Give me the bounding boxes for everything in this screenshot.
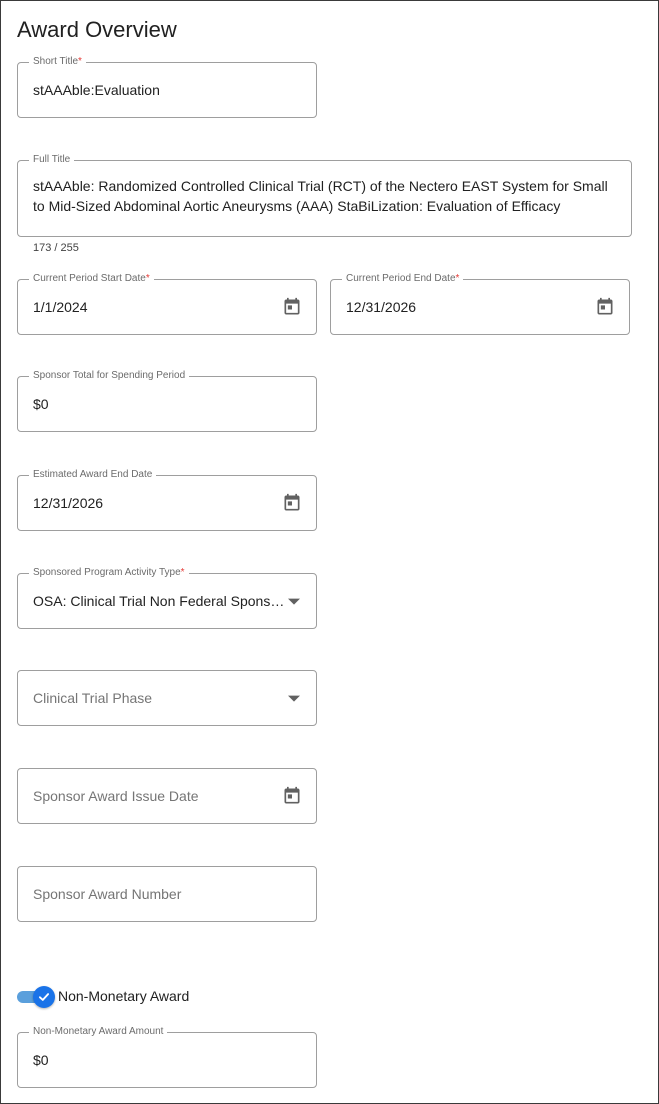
estimated-end-date-value: 12/31/2026 bbox=[33, 495, 104, 511]
dropdown-arrow-icon[interactable] bbox=[282, 589, 306, 613]
period-end-date-field[interactable]: Current Period End Date* 12/31/2026 bbox=[330, 272, 630, 335]
calendar-icon[interactable] bbox=[593, 295, 617, 319]
non-monetary-toggle-label: Non-Monetary Award bbox=[58, 988, 190, 1004]
short-title-field[interactable]: Short Title* stAAAble:Evaluation bbox=[17, 55, 317, 118]
issue-date-placeholder: Sponsor Award Issue Date bbox=[33, 788, 199, 804]
calendar-icon[interactable] bbox=[280, 491, 304, 515]
award-number-placeholder: Sponsor Award Number bbox=[33, 886, 182, 902]
non-monetary-amount-value: $0 bbox=[33, 1052, 49, 1068]
sponsor-total-value: $0 bbox=[33, 396, 49, 412]
non-monetary-amount-field[interactable]: Non-Monetary Award Amount $0 bbox=[17, 1025, 317, 1088]
sponsor-total-field[interactable]: Sponsor Total for Spending Period $0 bbox=[17, 369, 317, 432]
trial-phase-select[interactable]: Clinical Trial Phase bbox=[17, 670, 317, 726]
trial-phase-placeholder: Clinical Trial Phase bbox=[33, 690, 153, 706]
period-start-date-value: 1/1/2024 bbox=[33, 299, 88, 315]
full-title-field[interactable]: Full Title stAAAble: Randomized Controll… bbox=[17, 153, 632, 237]
short-title-value: stAAAble:Evaluation bbox=[33, 82, 160, 98]
period-start-date-field[interactable]: Current Period Start Date* 1/1/2024 bbox=[17, 272, 317, 335]
full-title-value: stAAAble: Randomized Controlled Clinical… bbox=[33, 178, 608, 214]
full-title-char-counter: 173 / 255 bbox=[33, 242, 79, 254]
page-title: Award Overview bbox=[17, 17, 177, 42]
dropdown-arrow-icon[interactable] bbox=[282, 686, 306, 710]
activity-type-select[interactable]: Sponsored Program Activity Type* OSA: Cl… bbox=[17, 566, 317, 629]
calendar-icon[interactable] bbox=[280, 295, 304, 319]
check-icon bbox=[33, 986, 55, 1008]
estimated-end-date-field[interactable]: Estimated Award End Date 12/31/2026 bbox=[17, 468, 317, 531]
form-panel: Award Overview Short Title* stAAAble:Eva… bbox=[0, 0, 659, 1104]
period-end-date-value: 12/31/2026 bbox=[346, 299, 417, 315]
non-monetary-toggle[interactable] bbox=[17, 986, 55, 1008]
activity-type-value: OSA: Clinical Trial Non Federal Sponsor … bbox=[33, 593, 286, 609]
full-title-label: Full Title bbox=[29, 153, 75, 167]
calendar-icon[interactable] bbox=[280, 784, 304, 808]
issue-date-field[interactable]: Sponsor Award Issue Date bbox=[17, 768, 317, 824]
award-number-field[interactable]: Sponsor Award Number bbox=[17, 866, 317, 922]
